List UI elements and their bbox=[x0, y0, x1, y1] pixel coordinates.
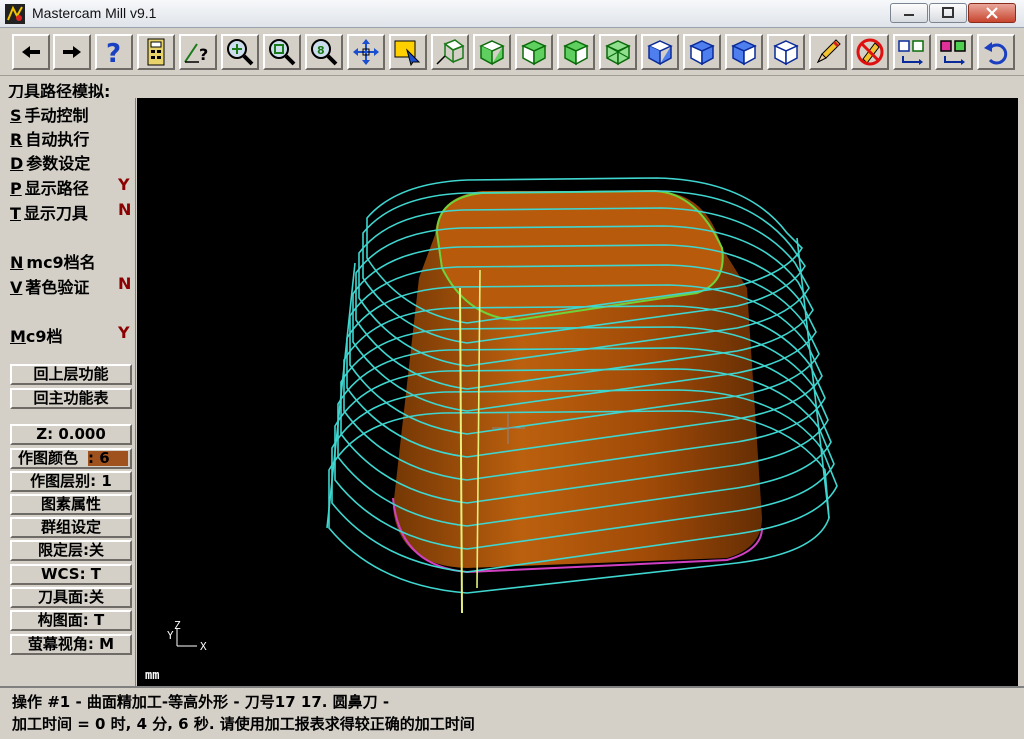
axis-z-label: Z bbox=[174, 619, 181, 632]
drawing-color-swatch: : 6 bbox=[88, 451, 128, 466]
graphics-viewport[interactable]: Z Y X mm bbox=[137, 98, 1018, 686]
zoom-previous-icon: 8 bbox=[311, 39, 338, 66]
help-button[interactable]: ? bbox=[95, 34, 133, 70]
maximize-icon bbox=[942, 7, 954, 18]
svg-text:?: ? bbox=[199, 45, 208, 64]
back-upper-menu-button[interactable]: 回上层功能 bbox=[10, 364, 132, 385]
pan-icon bbox=[353, 39, 379, 65]
delete-button[interactable] bbox=[851, 34, 889, 70]
analyze-button[interactable]: ? bbox=[179, 34, 217, 70]
view-front-button[interactable] bbox=[515, 34, 553, 70]
main-toolbar: ? ? 8 bbox=[0, 28, 1024, 76]
undo-icon bbox=[984, 42, 1008, 65]
mastercam-app-icon bbox=[5, 4, 25, 24]
limit-layer-button[interactable]: 限定层:关 bbox=[10, 540, 132, 561]
tool-plane-button[interactable]: 刀具面:关 bbox=[10, 587, 132, 608]
zoom-in-button[interactable] bbox=[221, 34, 259, 70]
calculator-button[interactable] bbox=[137, 34, 175, 70]
window-title: Mastercam Mill v9.1 bbox=[32, 5, 157, 21]
cplane-top-icon bbox=[647, 40, 673, 66]
cplane-front-icon bbox=[689, 40, 715, 66]
svg-text:?: ? bbox=[106, 39, 121, 66]
graphics-view-button[interactable]: 萤幕视角: M bbox=[10, 634, 132, 655]
delete-icon bbox=[856, 38, 884, 66]
minimize-icon bbox=[904, 14, 914, 16]
cplane-front-button[interactable] bbox=[683, 34, 721, 70]
machining-time-line: 加工时间 = 0 时, 4 分, 6 秒. 请使用加工报表求得较正确的加工时间 bbox=[12, 715, 475, 733]
minimize-button[interactable] bbox=[890, 3, 928, 23]
prompt-line: 刀具路径模拟: bbox=[0, 76, 1024, 101]
layers-button[interactable] bbox=[935, 34, 973, 70]
layers-icon bbox=[940, 40, 966, 65]
wcs-button[interactable]: WCS: T bbox=[10, 564, 132, 585]
cplane-side-button[interactable] bbox=[725, 34, 763, 70]
back-button[interactable] bbox=[12, 34, 50, 70]
menu-item-mc9-file[interactable]: Mc9档 Y bbox=[10, 323, 130, 346]
group-settings-button[interactable]: 群组设定 bbox=[10, 517, 132, 538]
show-path-flag: Y bbox=[118, 175, 130, 194]
construction-plane-button[interactable]: 构图面: T bbox=[10, 610, 132, 631]
pan-button[interactable] bbox=[347, 34, 385, 70]
drawing-layer-button[interactable]: 作图层别: 1 bbox=[10, 471, 132, 492]
axis-x-label: X bbox=[200, 640, 207, 653]
screen-fit-icon bbox=[898, 40, 924, 65]
drawing-color-label: 作图颜色 bbox=[18, 449, 79, 467]
pencil-icon bbox=[816, 39, 841, 64]
menu-item-show-tool[interactable]: T 显示刀具 N bbox=[10, 200, 131, 223]
left-menu-panel: S 手动控制 R 自动执行 D 参数设定 P 显示路径 Y T 显示刀具 N Nmc9档名… bbox=[0, 98, 136, 686]
z-depth-button[interactable]: Z: 0.000 bbox=[10, 424, 132, 445]
title-bar[interactable]: Mastercam Mill v9.1 bbox=[0, 0, 1024, 28]
menu-item-shaded-verify[interactable]: V 著色验证 N bbox=[10, 274, 131, 297]
cube-front-icon bbox=[521, 40, 547, 66]
zoom-in-icon bbox=[227, 39, 254, 66]
units-label: mm bbox=[145, 668, 160, 682]
axis-y-label: Y bbox=[167, 629, 174, 642]
screen-fit-button[interactable] bbox=[893, 34, 931, 70]
menu-item-mc9-filename[interactable]: Nmc9档名 bbox=[10, 249, 96, 272]
operation-status-line: 操作 #1 - 曲面精加工-等高外形 - 刀号17 17. 圆鼻刀 - bbox=[12, 693, 390, 711]
view-side-button[interactable] bbox=[557, 34, 595, 70]
select-icon bbox=[394, 40, 421, 66]
help-icon: ? bbox=[106, 39, 121, 66]
status-bar: 操作 #1 - 曲面精加工-等高外形 - 刀号17 17. 圆鼻刀 - 加工时间… bbox=[0, 686, 1024, 739]
cplane-side-icon bbox=[731, 40, 757, 66]
show-tool-flag: N bbox=[118, 200, 132, 219]
calculator-icon bbox=[147, 38, 165, 66]
zoom-previous-button[interactable]: 8 bbox=[305, 34, 343, 70]
menu-item-show-path[interactable]: P 显示路径 Y bbox=[10, 175, 130, 198]
cube-top-icon bbox=[479, 40, 505, 66]
menu-item-manual-control[interactable]: S 手动控制 bbox=[10, 102, 89, 125]
close-button[interactable] bbox=[968, 3, 1016, 23]
menu-item-parameters[interactable]: D 参数设定 bbox=[10, 150, 90, 173]
shaded-verify-flag: N bbox=[118, 274, 132, 293]
close-icon bbox=[986, 7, 998, 19]
svg-text:8: 8 bbox=[317, 44, 325, 57]
view-iso-button[interactable] bbox=[599, 34, 637, 70]
cplane-3d-icon bbox=[773, 40, 799, 66]
toolpath-simulation-view[interactable]: Z Y X bbox=[137, 98, 1018, 686]
gview-button[interactable] bbox=[431, 34, 469, 70]
forward-button[interactable] bbox=[53, 34, 91, 70]
maximize-button[interactable] bbox=[929, 3, 967, 23]
cplane-3d-button[interactable] bbox=[767, 34, 805, 70]
view-top-button[interactable] bbox=[473, 34, 511, 70]
cplane-top-button[interactable] bbox=[641, 34, 679, 70]
back-arrow-icon bbox=[22, 46, 40, 58]
select-button[interactable] bbox=[389, 34, 427, 70]
cube-side-icon bbox=[563, 40, 589, 66]
menu-item-auto-run[interactable]: R 自动执行 bbox=[10, 126, 89, 149]
zoom-fit-button[interactable] bbox=[263, 34, 301, 70]
forward-arrow-icon bbox=[63, 46, 81, 58]
back-main-menu-button[interactable]: 回主功能表 bbox=[10, 388, 132, 409]
entity-attributes-button[interactable]: 图素属性 bbox=[10, 494, 132, 515]
zoom-fit-icon bbox=[269, 39, 296, 66]
mc9-file-flag: Y bbox=[118, 323, 130, 342]
sketch-button[interactable] bbox=[809, 34, 847, 70]
undo-button[interactable] bbox=[977, 34, 1015, 70]
analyze-icon: ? bbox=[184, 43, 208, 64]
gview-icon bbox=[436, 39, 465, 65]
drawing-color-button[interactable]: 作图颜色 : 6 bbox=[10, 448, 132, 469]
cube-iso-icon bbox=[605, 40, 631, 66]
